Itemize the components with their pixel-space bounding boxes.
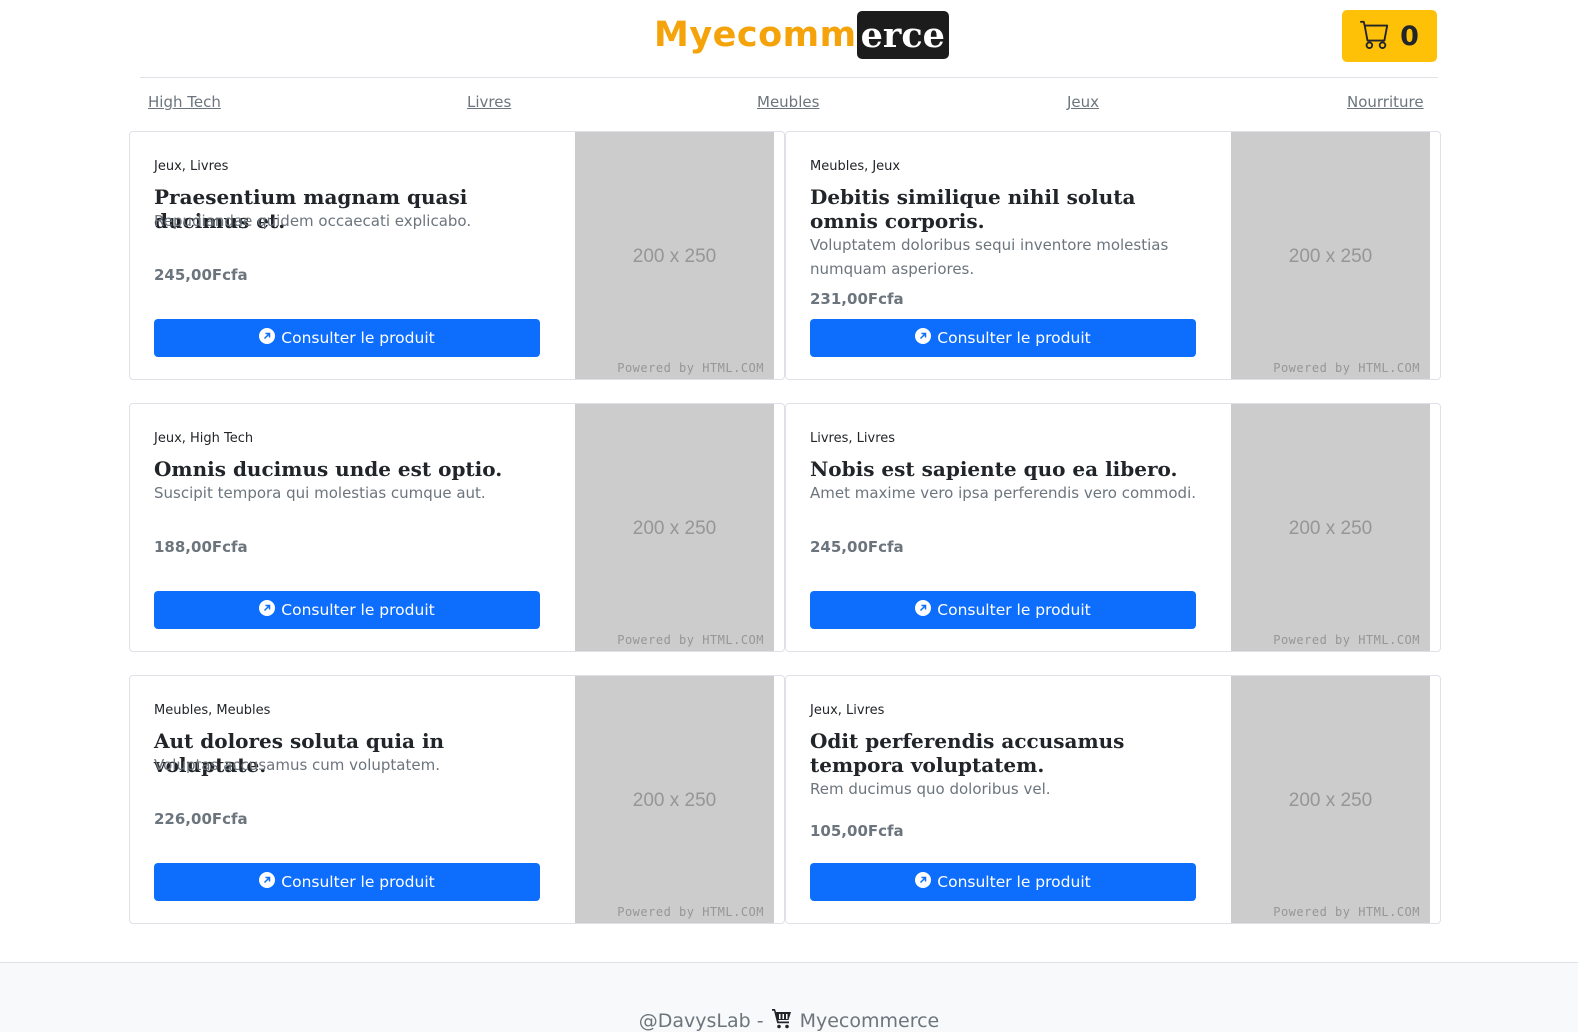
image-dimensions-label: 200 x 250 bbox=[632, 790, 717, 811]
nav-link-livres[interactable]: Livres bbox=[467, 93, 511, 111]
product-description: Voluptatem doloribus sequi inventore mol… bbox=[810, 236, 1169, 278]
product-image-placeholder: 200 x 250 Powered by HTML.COM bbox=[575, 132, 774, 379]
arrow-up-right-circle-icon bbox=[915, 328, 932, 348]
product-card: Jeux, High Tech Omnis ducimus unde est o… bbox=[129, 403, 785, 652]
product-categories: Jeux, Livres bbox=[154, 159, 229, 174]
product-image-placeholder: 200 x 250 Powered by HTML.COM bbox=[575, 676, 774, 923]
image-credit: Powered by HTML.COM bbox=[617, 633, 764, 647]
view-product-label: Consulter le produit bbox=[937, 873, 1091, 891]
image-credit: Powered by HTML.COM bbox=[1273, 633, 1420, 647]
image-credit: Powered by HTML.COM bbox=[1273, 905, 1420, 919]
view-product-button[interactable]: Consulter le produit bbox=[810, 319, 1196, 357]
logo-text-part2: erce bbox=[856, 11, 949, 59]
site-logo[interactable]: Myecomm erce bbox=[654, 11, 949, 59]
arrow-up-right-circle-icon bbox=[259, 328, 276, 348]
product-categories: Livres, Livres bbox=[810, 431, 896, 446]
product-title: Omnis ducimus unde est optio. bbox=[154, 457, 503, 481]
view-product-button[interactable]: Consulter le produit bbox=[810, 591, 1196, 629]
image-dimensions-label: 200 x 250 bbox=[632, 246, 717, 267]
footer-brand: Myecommerce bbox=[799, 1009, 940, 1032]
product-categories: Meubles, Meubles bbox=[154, 703, 271, 718]
site-footer: @DavysLab - Myecommerce bbox=[0, 962, 1578, 1032]
category-nav: High Tech Livres Meubles Jeux Nourriture bbox=[140, 77, 1438, 125]
view-product-button[interactable]: Consulter le produit bbox=[154, 319, 540, 357]
product-price: 226,00Fcfa bbox=[154, 810, 248, 828]
view-product-button[interactable]: Consulter le produit bbox=[154, 591, 540, 629]
cart-button[interactable]: 0 bbox=[1342, 10, 1437, 62]
product-title: Odit perferendis accusamus tempora volup… bbox=[810, 729, 1125, 777]
product-image-placeholder: 200 x 250 Powered by HTML.COM bbox=[575, 404, 774, 651]
product-description: Voluptas accusamus cum voluptatem. bbox=[154, 756, 440, 774]
product-categories: Jeux, High Tech bbox=[154, 431, 254, 446]
view-product-label: Consulter le produit bbox=[937, 329, 1091, 347]
product-categories: Jeux, Livres bbox=[810, 703, 885, 718]
nav-link-jeux[interactable]: Jeux bbox=[1067, 93, 1099, 111]
view-product-button[interactable]: Consulter le produit bbox=[810, 863, 1196, 901]
image-credit: Powered by HTML.COM bbox=[1273, 361, 1420, 375]
product-description: Suscipit tempora qui molestias cumque au… bbox=[154, 484, 486, 502]
product-description: Rem ducimus quo doloribus vel. bbox=[810, 780, 1051, 798]
cart-icon bbox=[1360, 19, 1390, 53]
arrow-up-right-circle-icon bbox=[259, 872, 276, 892]
image-dimensions-label: 200 x 250 bbox=[632, 518, 717, 539]
product-card: Jeux, Livres Odit perferendis accusamus … bbox=[785, 675, 1441, 924]
arrow-up-right-circle-icon bbox=[915, 872, 932, 892]
view-product-button[interactable]: Consulter le produit bbox=[154, 863, 540, 901]
product-description: Amet maxime vero ipsa perferendis vero c… bbox=[810, 484, 1197, 502]
product-card: Meubles, Meubles Aut dolores soluta quia… bbox=[129, 675, 785, 924]
product-image-placeholder: 200 x 250 Powered by HTML.COM bbox=[1231, 132, 1430, 379]
image-dimensions-label: 200 x 250 bbox=[1288, 246, 1373, 267]
product-title: Debitis similique nihil soluta omnis cor… bbox=[810, 185, 1136, 233]
product-price: 105,00Fcfa bbox=[810, 822, 904, 840]
product-image-placeholder: 200 x 250 Powered by HTML.COM bbox=[1231, 676, 1430, 923]
product-card: Meubles, Jeux Debitis similique nihil so… bbox=[785, 131, 1441, 380]
nav-link-meubles[interactable]: Meubles bbox=[757, 93, 819, 111]
view-product-label: Consulter le produit bbox=[281, 601, 435, 619]
product-price: 231,00Fcfa bbox=[810, 290, 904, 308]
image-dimensions-label: 200 x 250 bbox=[1288, 790, 1373, 811]
product-price: 245,00Fcfa bbox=[810, 538, 904, 556]
view-product-label: Consulter le produit bbox=[937, 601, 1091, 619]
image-dimensions-label: 200 x 250 bbox=[1288, 518, 1373, 539]
cart-count: 0 bbox=[1400, 20, 1419, 52]
product-price: 245,00Fcfa bbox=[154, 266, 248, 284]
product-card: Jeux, Livres Praesentium magnam quasi du… bbox=[129, 131, 785, 380]
image-credit: Powered by HTML.COM bbox=[617, 905, 764, 919]
view-product-label: Consulter le produit bbox=[281, 873, 435, 891]
product-card: Livres, Livres Nobis est sapiente quo ea… bbox=[785, 403, 1441, 652]
arrow-up-right-circle-icon bbox=[259, 600, 276, 620]
nav-link-high-tech[interactable]: High Tech bbox=[148, 93, 221, 111]
site-header: Myecomm erce 0 bbox=[0, 0, 1578, 78]
shopping-cart-icon bbox=[770, 1006, 794, 1032]
product-image-placeholder: 200 x 250 Powered by HTML.COM bbox=[1231, 404, 1430, 651]
arrow-up-right-circle-icon bbox=[915, 600, 932, 620]
nav-link-nourriture[interactable]: Nourriture bbox=[1347, 93, 1424, 111]
product-description: Repudiandae quidem occaecati explicabo. bbox=[154, 212, 472, 230]
product-title: Nobis est sapiente quo ea libero. bbox=[810, 457, 1178, 481]
product-categories: Meubles, Jeux bbox=[810, 159, 901, 174]
footer-author[interactable]: @DavysLab - bbox=[639, 1010, 764, 1032]
product-price: 188,00Fcfa bbox=[154, 538, 248, 556]
view-product-label: Consulter le produit bbox=[281, 329, 435, 347]
image-credit: Powered by HTML.COM bbox=[617, 361, 764, 375]
logo-text-part1: Myecomm bbox=[654, 15, 857, 55]
